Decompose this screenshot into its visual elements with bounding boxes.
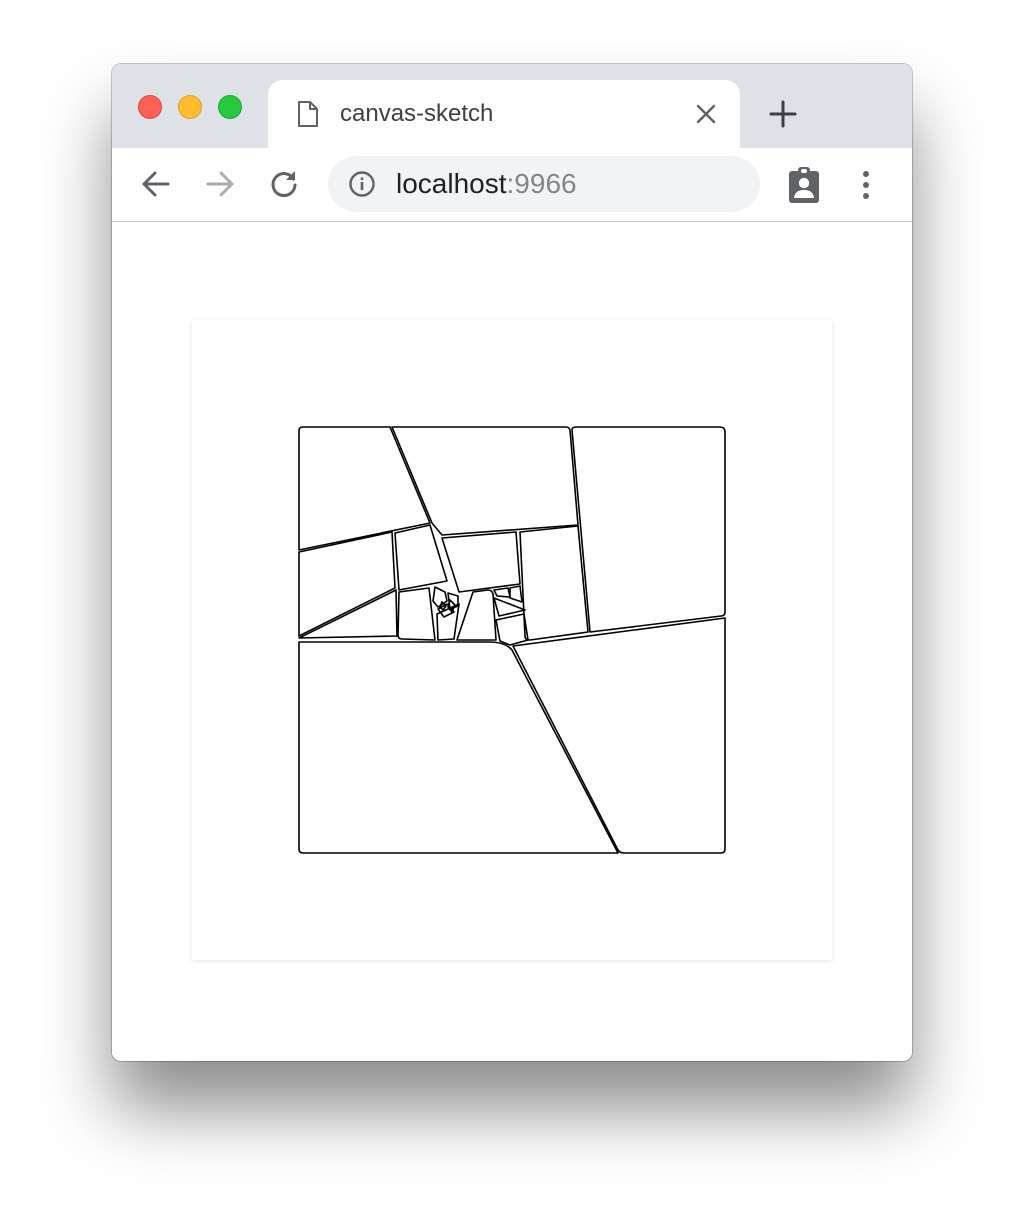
toolbar: localhost:9966 <box>112 148 912 222</box>
cell <box>493 587 511 598</box>
plus-icon[interactable] <box>769 100 797 133</box>
browser-window: canvas-sketch localhost:9966 <box>112 64 912 1061</box>
cell <box>441 531 521 593</box>
page-content <box>112 222 912 1061</box>
url-host: localhost <box>396 168 507 199</box>
cell <box>394 524 448 591</box>
more-vert-icon[interactable] <box>860 170 872 205</box>
voronoi-sketch <box>298 426 726 854</box>
clipboard-account-icon[interactable] <box>787 166 821 209</box>
cell <box>397 587 436 641</box>
cell <box>519 525 589 641</box>
cell <box>436 603 460 641</box>
arrow-left-icon[interactable] <box>140 168 172 205</box>
cell <box>298 641 619 854</box>
window-minimize-button[interactable] <box>178 95 202 119</box>
cell <box>447 599 456 613</box>
tab-strip: canvas-sketch <box>112 64 912 148</box>
window-maximize-button[interactable] <box>218 95 242 119</box>
cell <box>512 617 726 854</box>
tab-title: canvas-sketch <box>340 100 494 127</box>
sketch-canvas[interactable] <box>192 320 832 960</box>
reload-icon[interactable] <box>268 168 300 205</box>
url-text: localhost:9966 <box>396 169 577 199</box>
arrow-right-icon[interactable] <box>204 168 236 205</box>
document-icon <box>296 100 320 133</box>
cell <box>456 589 497 641</box>
cell <box>571 426 726 633</box>
window-close-button[interactable] <box>138 95 162 119</box>
close-icon[interactable] <box>694 102 718 131</box>
info-icon[interactable] <box>348 170 376 203</box>
cell <box>509 585 523 603</box>
tab-active[interactable]: canvas-sketch <box>268 80 740 148</box>
cell <box>495 613 529 646</box>
url-port: :9966 <box>506 168 577 199</box>
cell <box>298 589 398 639</box>
cell <box>391 426 579 536</box>
cell <box>298 426 431 551</box>
address-bar[interactable]: localhost:9966 <box>328 156 760 212</box>
